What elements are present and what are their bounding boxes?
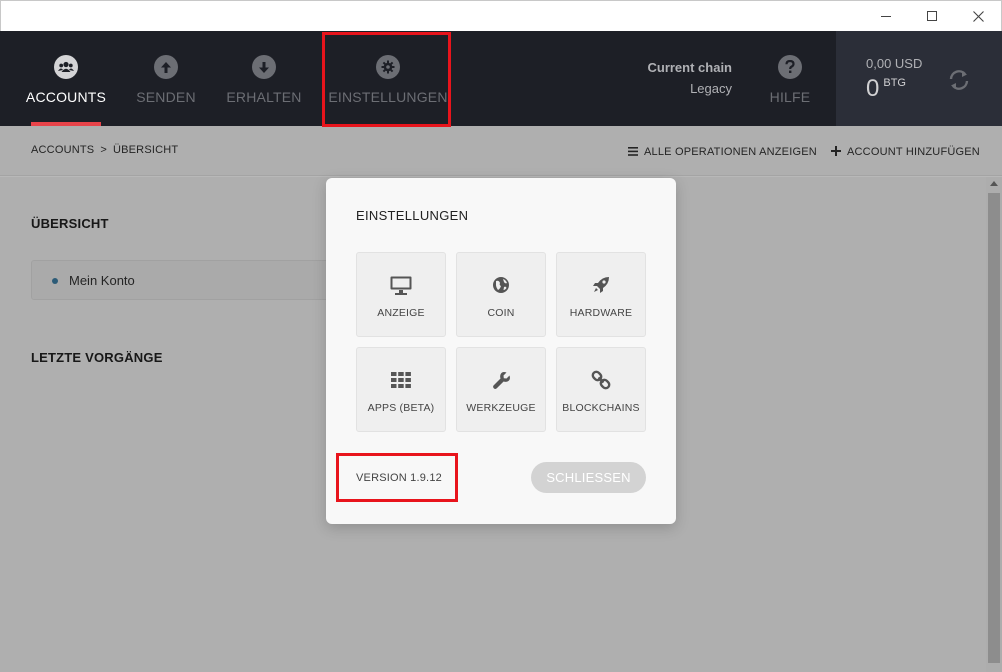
users-icon <box>54 55 78 79</box>
tile-apps-label: APPS (BETA) <box>367 402 435 414</box>
modal-title: EINSTELLUNGEN <box>356 208 469 223</box>
tile-blockchains-label: BLOCKCHAINS <box>562 402 640 414</box>
nav-senden-label: SENDEN <box>136 89 196 105</box>
nav-hilfe-label: HILFE <box>769 89 811 105</box>
tile-hardware[interactable]: HARDWARE <box>556 252 646 337</box>
highlight-version <box>336 453 458 502</box>
nav-accounts[interactable]: ACCOUNTS <box>26 31 106 126</box>
window-titlebar <box>0 0 1002 31</box>
coin-amount: 0 <box>866 75 880 102</box>
refresh-icon[interactable] <box>946 67 972 93</box>
minimize-icon <box>881 15 891 17</box>
minimize-button[interactable] <box>863 1 909 31</box>
monitor-icon <box>390 275 412 295</box>
arrow-up-icon <box>154 55 178 79</box>
tile-apps[interactable]: APPS (BETA) <box>356 347 446 432</box>
nav-hilfe[interactable]: HILFE <box>770 31 810 126</box>
maximize-button[interactable] <box>909 1 955 31</box>
tile-werkzeuge-label: WERKZEUGE <box>466 402 536 414</box>
balance-panel: 0,00 USD 0 BTG <box>836 31 1002 126</box>
nav-accounts-label: ACCOUNTS <box>25 89 107 105</box>
tile-werkzeuge[interactable]: WERKZEUGE <box>456 347 546 432</box>
nav-erhalten-label: ERHALTEN <box>226 89 302 105</box>
tile-anzeige[interactable]: ANZEIGE <box>356 252 446 337</box>
maximize-icon <box>927 11 937 21</box>
rocket-icon <box>590 275 612 295</box>
current-chain-label: Current chain <box>647 60 732 75</box>
nav-senden[interactable]: SENDEN <box>136 31 196 126</box>
current-chain-value: Legacy <box>690 81 732 96</box>
tile-blockchains[interactable]: BLOCKCHAINS <box>556 347 646 432</box>
current-chain: Current chain Legacy <box>647 60 732 96</box>
arrow-down-icon <box>252 55 276 79</box>
nav-erhalten[interactable]: ERHALTEN <box>226 31 301 126</box>
fiat-balance: 0,00 USD <box>866 56 923 71</box>
tile-coin[interactable]: COIN <box>456 252 546 337</box>
close-window-button[interactable] <box>955 1 1001 31</box>
wrench-icon <box>490 370 512 390</box>
close-button[interactable]: SCHLIESSEN <box>531 462 646 493</box>
close-icon <box>972 10 984 22</box>
tile-coin-label: COIN <box>487 307 515 319</box>
globe-icon <box>490 275 512 295</box>
highlight-einstellungen <box>322 32 451 127</box>
tile-anzeige-label: ANZEIGE <box>377 307 425 319</box>
coin-currency: BTG <box>883 77 906 89</box>
coin-balance: 0 BTG <box>866 75 906 103</box>
question-icon <box>778 55 802 79</box>
link-icon <box>590 370 612 390</box>
tile-hardware-label: HARDWARE <box>569 307 633 319</box>
grid-icon <box>390 370 412 390</box>
